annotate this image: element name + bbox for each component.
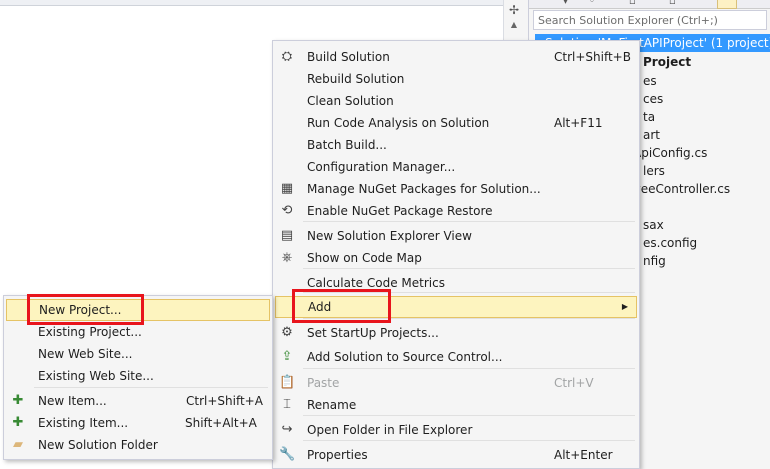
menu-item-shortcut: Ctrl+Shift+A	[186, 394, 263, 408]
menu-item-label: Rebuild Solution	[307, 72, 405, 86]
submenu-item-existing-item[interactable]: ✚ Existing Item... Shift+Alt+A	[6, 412, 270, 434]
restore-icon: ⟲	[281, 203, 293, 218]
gear-icon: ⚙	[281, 325, 293, 340]
menu-separator	[303, 318, 635, 319]
menu-item-label: Enable NuGet Package Restore	[307, 204, 493, 218]
menu-item-label: Run Code Analysis on Solution	[307, 116, 490, 130]
tree-item[interactable]: nfig	[643, 252, 666, 270]
menu-item-shortcut: Ctrl+V	[554, 376, 594, 390]
toolbar-icon[interactable]: ▫	[669, 0, 676, 7]
rename-icon: ⌶	[283, 397, 291, 412]
editor-tab-strip	[0, 0, 503, 6]
wrench-icon: 🔧	[279, 447, 296, 462]
menu-item-shortcut: Alt+Enter	[554, 448, 613, 462]
menu-item-label: Build Solution	[307, 50, 390, 64]
menu-item-label: New Solution Explorer View	[307, 229, 472, 243]
menu-item-batch-build[interactable]: Batch Build...	[275, 134, 637, 156]
menu-item-label: New Web Site...	[38, 347, 133, 361]
build-icon: ⛭	[281, 49, 293, 64]
toolbar-icon[interactable]: ▫	[629, 0, 636, 7]
menu-item-build-solution[interactable]: ⛭ Build Solution Ctrl+Shift+B	[275, 46, 637, 68]
menu-item-label: Existing Web Site...	[38, 369, 154, 383]
toolbar-icon[interactable]: ▾	[563, 0, 568, 7]
menu-item-label: Open Folder in File Explorer	[307, 423, 473, 437]
scroll-up-icon[interactable]: ▲	[508, 20, 520, 30]
submenu-item-existing-web-site[interactable]: Existing Web Site...	[6, 365, 270, 387]
tree-item[interactable]: ApiConfig.cs	[633, 144, 707, 162]
menu-item-manage-nuget-packages-for-solution[interactable]: ▦ Manage NuGet Packages for Solution...	[275, 178, 637, 200]
new-view-icon: ▤	[280, 228, 294, 243]
menu-item-configuration-manager[interactable]: Configuration Manager...	[275, 156, 637, 178]
menu-item-enable-nuget-package-restore[interactable]: ⟲ Enable NuGet Package Restore	[275, 200, 637, 222]
solution-explorer-search-input[interactable]: Search Solution Explorer (Ctrl+;)	[533, 10, 767, 30]
tree-item[interactable]: ces	[643, 90, 663, 108]
toolbar-icon[interactable]: ◦	[589, 0, 595, 7]
menu-item-add[interactable]: Add ▶	[275, 296, 637, 318]
existing-item-icon: ✚	[12, 415, 24, 430]
menu-item-label: Manage NuGet Packages for Solution...	[307, 182, 541, 196]
tree-item[interactable]: lers	[643, 162, 665, 180]
menu-item-label: Batch Build...	[307, 138, 387, 152]
paste-icon: 📋	[279, 375, 296, 390]
add-submenu: New Project... Existing Project... New Web…	[3, 295, 273, 460]
new-item-icon: ✚	[12, 393, 24, 408]
tree-item[interactable]: art	[643, 126, 660, 144]
properties-toggle-icon[interactable]	[717, 0, 737, 9]
code-map-icon: ⎈	[281, 250, 293, 265]
menu-item-shortcut: Alt+F11	[554, 116, 603, 130]
tree-item[interactable]: es	[643, 72, 657, 90]
menu-item-label: New Solution Folder	[38, 438, 158, 452]
menu-item-paste[interactable]: 📋 Paste Ctrl+V	[275, 372, 637, 394]
folder-icon: ▰	[13, 437, 23, 452]
menu-item-clean-solution[interactable]: Clean Solution	[275, 90, 637, 112]
solution-explorer-toolbar: ▾ ◦ ▫ ▫	[529, 0, 770, 9]
submenu-item-new-project[interactable]: New Project...	[6, 299, 270, 321]
menu-item-open-folder-in-file-explorer[interactable]: ↪ Open Folder in File Explorer	[275, 419, 637, 441]
menu-item-calculate-code-metrics[interactable]: Calculate Code Metrics	[275, 272, 637, 294]
submenu-arrow-icon: ▶	[621, 302, 628, 311]
menu-item-label: Existing Project...	[38, 325, 142, 339]
menu-item-add-solution-to-source-control[interactable]: ⇪ Add Solution to Source Control...	[275, 346, 637, 368]
source-control-icon: ⇪	[281, 349, 293, 364]
menu-item-shortcut: Ctrl+Shift+B	[554, 50, 631, 64]
menu-item-label: Show on Code Map	[307, 251, 422, 265]
menu-item-new-solution-explorer-view[interactable]: ▤ New Solution Explorer View	[275, 225, 637, 247]
menu-item-label: Rename	[307, 398, 357, 412]
nuget-icon: ▦	[280, 181, 294, 196]
open-folder-icon: ↪	[281, 422, 293, 437]
solution-context-menu: ⛭ Build Solution Ctrl+Shift+B Rebuild Solut…	[272, 40, 640, 469]
menu-item-label: Existing Item...	[38, 416, 129, 430]
menu-item-set-startup-projects[interactable]: ⚙ Set StartUp Projects...	[275, 322, 637, 344]
menu-item-rename[interactable]: ⌶ Rename	[275, 394, 637, 416]
menu-item-label: Add	[308, 300, 332, 314]
menu-item-label: Properties	[307, 448, 368, 462]
menu-item-label: Configuration Manager...	[307, 160, 456, 174]
menu-item-label: Clean Solution	[307, 94, 394, 108]
submenu-item-existing-project[interactable]: Existing Project...	[6, 321, 270, 343]
submenu-item-new-web-site[interactable]: New Web Site...	[6, 343, 270, 365]
tree-item[interactable]: Project	[643, 53, 691, 71]
tree-item[interactable]: ta	[643, 108, 655, 126]
menu-item-rebuild-solution[interactable]: Rebuild Solution	[275, 68, 637, 90]
menu-separator	[303, 368, 635, 369]
menu-item-run-code-analysis-on-solution[interactable]: Run Code Analysis on Solution Alt+F11	[275, 112, 637, 134]
menu-item-properties[interactable]: 🔧 Properties Alt+Enter	[275, 444, 637, 466]
menu-item-label: Paste	[307, 376, 340, 390]
menu-item-label: Set StartUp Projects...	[307, 326, 439, 340]
menu-separator	[34, 387, 268, 388]
submenu-item-new-item[interactable]: ✚ New Item... Ctrl+Shift+A	[6, 390, 270, 412]
tree-item[interactable]: es.config	[643, 234, 697, 252]
menu-item-show-on-code-map[interactable]: ⎈ Show on Code Map	[275, 247, 637, 269]
submenu-item-new-solution-folder[interactable]: ▰ New Solution Folder	[6, 434, 270, 456]
menu-item-label: Calculate Code Metrics	[307, 276, 445, 290]
split-window-icon[interactable]: ✢	[506, 2, 522, 18]
menu-item-label: New Project...	[39, 303, 122, 317]
tree-item[interactable]: sax	[643, 216, 664, 234]
menu-item-shortcut: Shift+Alt+A	[185, 416, 257, 430]
menu-item-label: Add Solution to Source Control...	[307, 350, 503, 364]
menu-item-label: New Item...	[38, 394, 107, 408]
